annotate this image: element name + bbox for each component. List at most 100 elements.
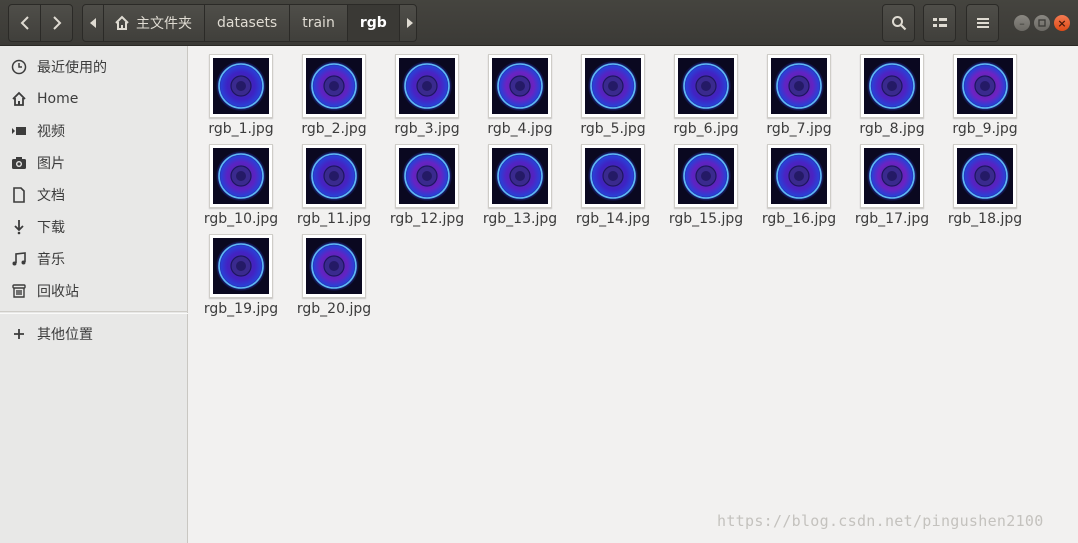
maximize-button[interactable] [1034,15,1050,31]
image-thumbnail [674,54,738,118]
sidebar-item-label: 最近使用的 [37,60,107,76]
sidebar-item-label: Home [37,91,79,107]
sidebar-item-trash[interactable]: 回收站 [0,275,188,307]
file-item[interactable]: rgb_13.jpg [474,138,566,227]
breadcrumb-label: 主文件夹 [136,16,192,32]
sidebar-item-videos[interactable]: 视频 [0,115,188,147]
file-item[interactable]: rgb_7.jpg [753,48,845,137]
sidebar-item-label: 音乐 [37,252,65,268]
breadcrumb-rgb[interactable]: rgb [347,5,400,41]
video-icon [11,123,27,139]
file-item[interactable]: rgb_14.jpg [567,138,659,227]
file-item[interactable]: rgb_16.jpg [753,138,845,227]
sidebar-divider [0,311,188,314]
file-item[interactable]: rgb_9.jpg [939,48,1031,137]
file-grid: rgb_1.jpg rgb_2.jpg rgb_3.jpg rgb_4.jpg rgb_… [190,46,1078,543]
sidebar-item-home[interactable]: Home [0,83,188,115]
image-thumbnail [209,54,273,118]
file-name: rgb_18.jpg [947,211,1023,227]
breadcrumb-home[interactable]: 主文件夹 [104,5,205,41]
file-item[interactable]: rgb_17.jpg [846,138,938,227]
sidebar-item-music[interactable]: 音乐 [0,243,188,275]
breadcrumb-label: rgb [359,15,387,31]
file-name: rgb_12.jpg [389,211,465,227]
sidebar-item-downloads[interactable]: 下载 [0,211,188,243]
sidebar-item-label: 回收站 [37,284,79,300]
close-button[interactable]: × [1054,15,1070,31]
image-thumbnail [395,54,459,118]
file-name: rgb_3.jpg [394,121,460,137]
sidebar-item-label: 图片 [37,156,65,172]
sidebar-item-label: 视频 [37,124,65,140]
close-icon: × [1057,16,1067,30]
file-name: rgb_14.jpg [575,211,651,227]
file-name: rgb_6.jpg [673,121,739,137]
minimize-button[interactable]: – [1014,15,1030,31]
sidebar-item-recent[interactable]: 最近使用的 [0,51,188,83]
maximize-icon [1038,19,1046,27]
file-item[interactable]: rgb_2.jpg [288,48,380,137]
forward-button[interactable] [40,4,73,42]
path-scroll-left-button[interactable] [83,5,104,41]
list-view-icon [932,18,947,27]
file-name: rgb_9.jpg [952,121,1018,137]
file-item[interactable]: rgb_18.jpg [939,138,1031,227]
menu-button[interactable] [966,4,999,42]
file-item[interactable]: rgb_19.jpg [195,228,287,317]
image-thumbnail [767,54,831,118]
search-button[interactable] [882,4,915,42]
minimize-icon: – [1019,16,1025,30]
image-thumbnail [581,144,645,208]
watermark: https://blog.csdn.net/pingushen2100 [717,512,1044,530]
path-bar: 主文件夹 datasets train rgb [82,4,417,42]
file-name: rgb_16.jpg [761,211,837,227]
image-thumbnail [302,144,366,208]
image-thumbnail [488,54,552,118]
file-item[interactable]: rgb_5.jpg [567,48,659,137]
plus-icon [11,326,27,342]
image-thumbnail [953,144,1017,208]
home-icon [115,15,129,30]
file-item[interactable]: rgb_10.jpg [195,138,287,227]
image-thumbnail [488,144,552,208]
file-item[interactable]: rgb_12.jpg [381,138,473,227]
back-button[interactable] [8,4,41,42]
trash-icon [11,283,27,299]
image-thumbnail [302,54,366,118]
file-name: rgb_20.jpg [296,301,372,317]
file-item[interactable]: rgb_1.jpg [195,48,287,137]
chevron-left-icon [20,16,29,30]
sidebar-item-documents[interactable]: 文档 [0,179,188,211]
file-item[interactable]: rgb_6.jpg [660,48,752,137]
header-bar: 主文件夹 datasets train rgb – × [0,0,1078,46]
image-thumbnail [767,144,831,208]
sidebar: 最近使用的 Home 视频 图片 文档 下载 音乐 回收站 其他位置 [0,46,188,543]
file-name: rgb_11.jpg [296,211,372,227]
hamburger-menu-icon [976,18,989,28]
file-name: rgb_17.jpg [854,211,930,227]
file-item[interactable]: rgb_4.jpg [474,48,566,137]
sidebar-item-pictures[interactable]: 图片 [0,147,188,179]
file-name: rgb_15.jpg [668,211,744,227]
view-options-button[interactable] [923,4,956,42]
file-item[interactable]: rgb_15.jpg [660,138,752,227]
file-name: rgb_10.jpg [203,211,279,227]
image-thumbnail [209,144,273,208]
breadcrumb-datasets[interactable]: datasets [205,5,291,41]
file-item[interactable]: rgb_3.jpg [381,48,473,137]
sidebar-item-label: 下载 [37,220,65,236]
file-name: rgb_8.jpg [859,121,925,137]
file-item[interactable]: rgb_8.jpg [846,48,938,137]
file-item[interactable]: rgb_20.jpg [288,228,380,317]
breadcrumb-label: train [302,15,335,31]
path-scroll-right-button[interactable] [400,5,416,41]
breadcrumb-train[interactable]: train [290,5,348,41]
chevron-right-icon [52,16,61,30]
image-thumbnail [860,54,924,118]
image-thumbnail [395,144,459,208]
sidebar-item-other-locations[interactable]: 其他位置 [0,318,188,350]
image-thumbnail [860,144,924,208]
file-item[interactable]: rgb_11.jpg [288,138,380,227]
music-icon [11,251,27,267]
sidebar-item-label: 文档 [37,188,65,204]
